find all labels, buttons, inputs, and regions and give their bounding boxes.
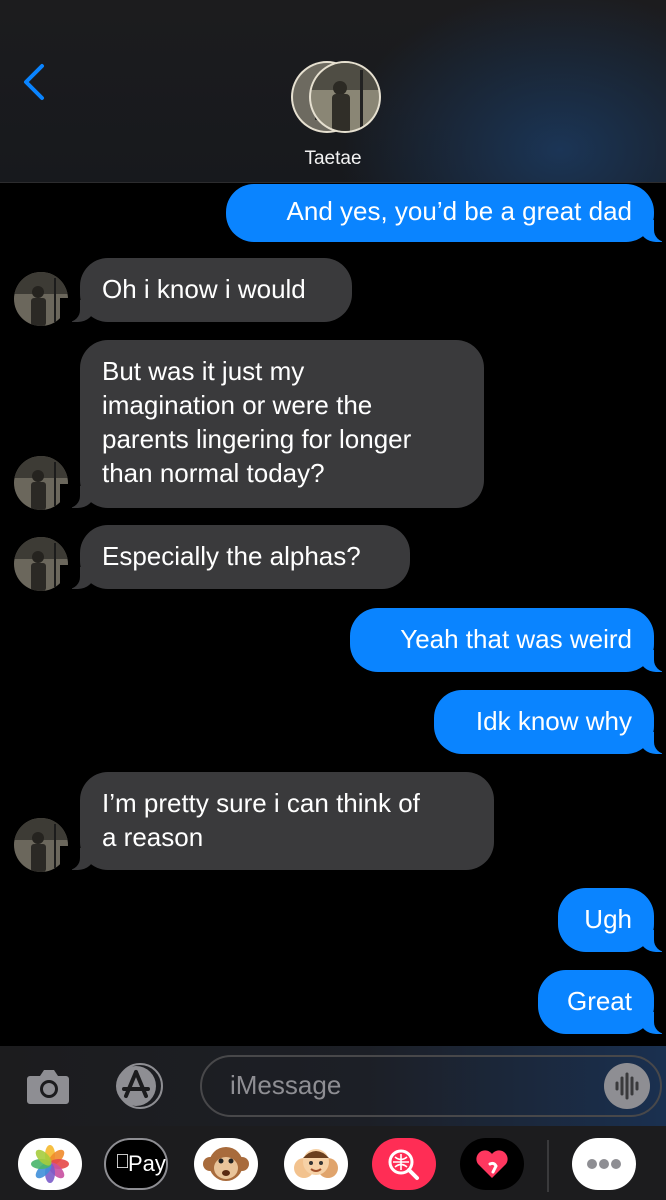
camera-button[interactable] [24,1064,72,1108]
more-apps-button[interactable] [572,1138,636,1190]
memoji-button[interactable] [284,1138,348,1190]
app-store-icon [116,1063,163,1109]
chevron-left-icon [24,64,44,100]
contact-avatar-image [291,61,381,133]
received-message-bubble[interactable]: Oh i know i would [60,258,352,322]
photos-icon [31,1145,69,1183]
animoji-button[interactable] [194,1138,258,1190]
memoji-icon [294,1149,338,1178]
audio-message-button[interactable] [604,1063,650,1109]
apple-pay-button[interactable]:  Pay [104,1138,168,1190]
digital-touch-heart-icon [476,1150,508,1178]
photos-app-button[interactable] [18,1138,82,1190]
imessage-placeholder: iMessage [230,1070,342,1100]
digital-touch-button[interactable] [460,1138,524,1190]
audio-waveform-icon [615,1072,639,1100]
sent-message-bubble[interactable]: And yes, you’d be a great dad [226,184,666,242]
received-message-bubble[interactable]: But was it just my imagination or were t… [60,340,484,508]
back-button[interactable] [18,60,58,104]
image-search-icon [388,1149,419,1180]
contact-name[interactable]: Taetae [0,148,666,170]
camera-icon [27,1070,69,1104]
sent-message-bubble[interactable]: Great [538,970,666,1034]
more-icon [587,1159,621,1169]
sent-message-bubble[interactable]: Ugh [558,888,666,952]
sent-message-bubble[interactable]: Idk know why [434,690,666,754]
monkey-animoji-icon [203,1147,249,1181]
conversation-header: Taetae [0,0,666,183]
received-message-bubble[interactable]: Especially the alphas? [60,525,410,589]
contact-avatar[interactable] [290,60,382,134]
image-search-button[interactable] [372,1138,436,1190]
sent-message-bubble[interactable]: Yeah that was weird [350,608,666,672]
received-message-bubble[interactable]: I’m pretty sure i can think of a reason [60,772,494,870]
apple-pay-label: Pay [128,1151,166,1176]
app-store-button[interactable] [110,1062,170,1110]
app-drawer-divider [547,1140,549,1192]
